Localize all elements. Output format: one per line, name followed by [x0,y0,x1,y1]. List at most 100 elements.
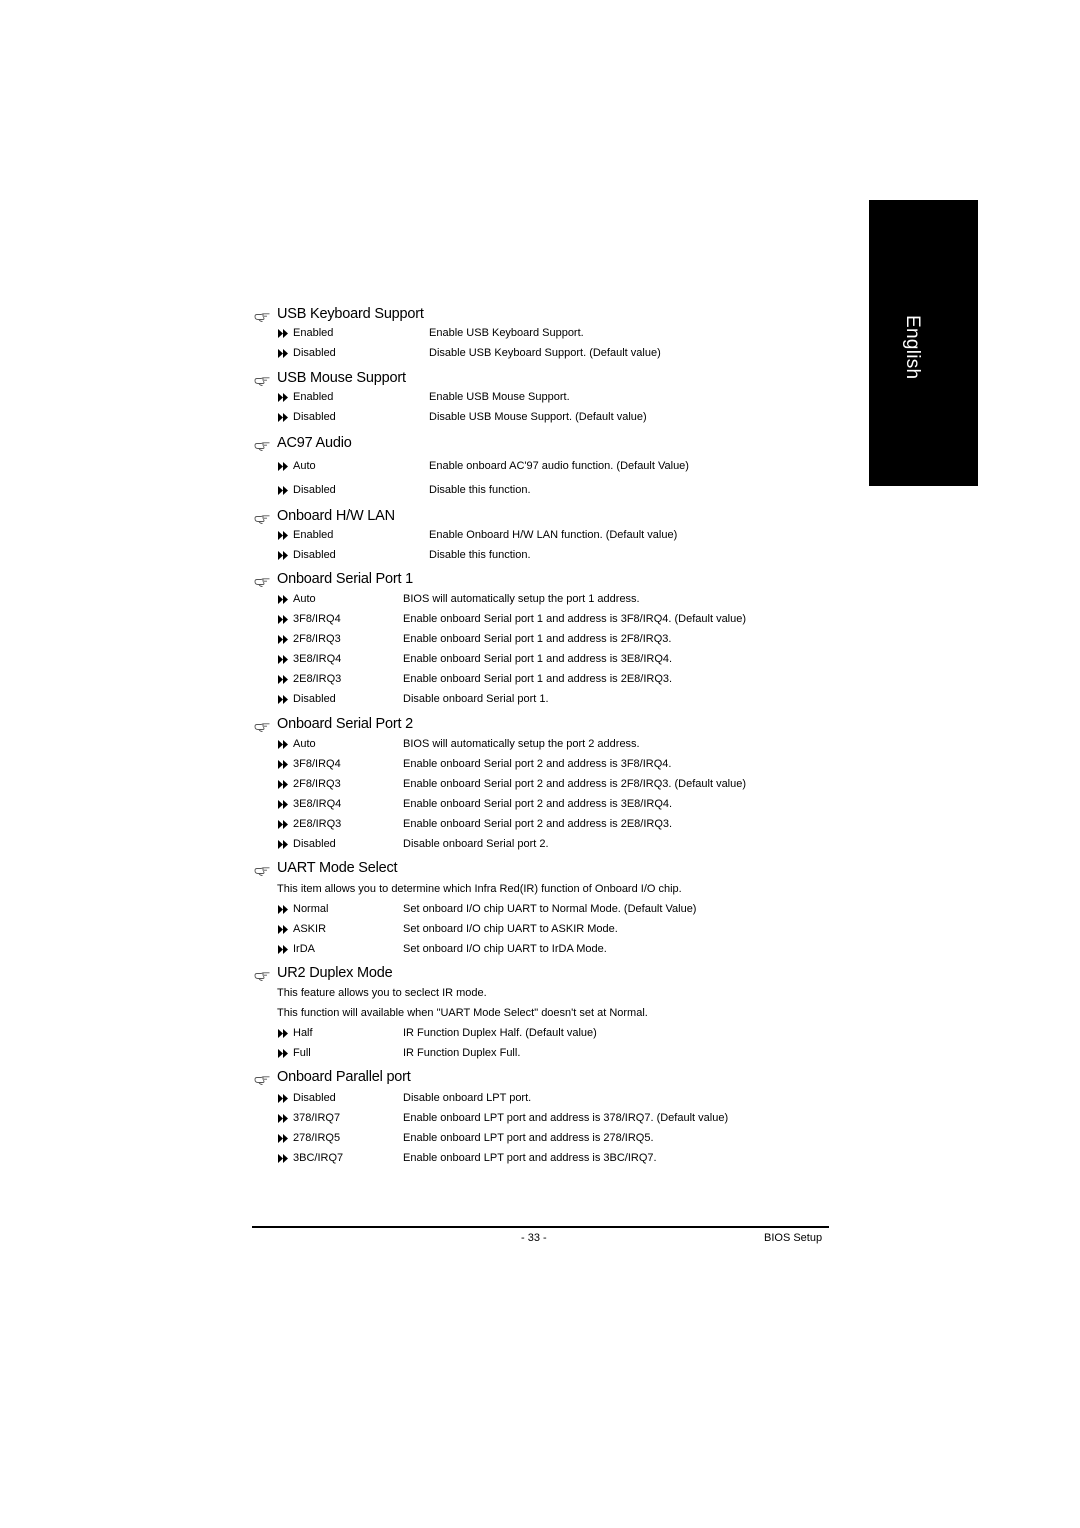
double-arrow-bullet-icon [278,945,289,954]
option-row: 3F8/IRQ4 Enable onboard Serial port 1 and… [277,613,837,629]
option-row: IrDA Set onboard I/O chip UART to IrDA Mo… [277,943,837,959]
option-description: Disable USB Keyboard Support. (Default v… [429,347,661,359]
double-arrow-bullet-icon [278,1134,289,1143]
option-row: Disabled Disable onboard Serial port 1. [277,693,837,709]
footer-title: BIOS Setup [764,1232,823,1244]
option-description: Enable Onboard H/W LAN function. (Defaul… [429,529,678,541]
option-row: 3E8/IRQ4 Enable onboard Serial port 1 and… [277,653,837,669]
option-row: 3E8/IRQ4 Enable onboard Serial port 2 and… [277,798,837,814]
option-row: Auto Enable onboard AC'97 audio function.… [277,460,837,476]
double-arrow-bullet-icon [278,1114,289,1123]
option-row: ASKIR Set onboard I/O chip UART to ASKIR … [277,923,837,939]
option-description: Enable onboard Serial port 2 and address… [403,818,673,830]
option-value: Enabled [293,529,334,541]
option-description: Set onboard I/O chip UART to Normal Mode… [403,903,697,915]
pointing-hand-icon [254,720,270,732]
section-note: This feature allows you to seclect IR mo… [277,987,487,999]
option-row: 2F8/IRQ3 Enable onboard Serial port 1 and… [277,633,837,649]
option-row: 378/IRQ7 Enable onboard LPT port and addr… [277,1112,837,1128]
section-note: This function will available when "UART … [277,1007,648,1019]
double-arrow-bullet-icon [278,675,289,684]
option-row: Disabled Disable USB Mouse Support. (Defa… [277,411,837,427]
page-number: - 33 - [521,1232,547,1244]
double-arrow-bullet-icon [278,635,289,644]
option-description: Enable onboard Serial port 2 and address… [403,778,747,790]
option-value: Full [293,1047,311,1059]
option-value: Disabled [293,411,336,423]
option-description: Enable onboard LPT port and address is 3… [403,1152,657,1164]
double-arrow-bullet-icon [278,531,289,540]
option-value: Disabled [293,484,336,496]
option-value: 2E8/IRQ3 [293,673,342,685]
section-title: Onboard Serial Port 2 [277,716,414,732]
option-description: Set onboard I/O chip UART to IrDA Mode. [403,943,607,955]
option-value: 278/IRQ5 [293,1132,341,1144]
pointing-hand-icon [254,864,270,876]
pointing-hand-icon [254,310,270,322]
option-value: 2F8/IRQ3 [293,633,341,645]
option-value: 3BC/IRQ7 [293,1152,344,1164]
option-description: Enable onboard AC'97 audio function. (De… [429,460,689,472]
footer-divider [252,1226,829,1228]
double-arrow-bullet-icon [278,413,289,422]
option-value: Disabled [293,549,336,561]
option-row: 278/IRQ5 Enable onboard LPT port and addr… [277,1132,837,1148]
double-arrow-bullet-icon [278,800,289,809]
double-arrow-bullet-icon [278,820,289,829]
option-value: IrDA [293,943,315,955]
option-description: Enable onboard LPT port and address is 2… [403,1132,654,1144]
option-value: Disabled [293,347,336,359]
option-row: Full IR Function Duplex Full. [277,1047,837,1063]
double-arrow-bullet-icon [278,780,289,789]
double-arrow-bullet-icon [278,840,289,849]
option-description: BIOS will automatically setup the port 1… [403,593,640,605]
double-arrow-bullet-icon [278,329,289,338]
option-row: Normal Set onboard I/O chip UART to Norma… [277,903,837,919]
double-arrow-bullet-icon [278,905,289,914]
option-row: Half IR Function Duplex Half. (Default va… [277,1027,837,1043]
double-arrow-bullet-icon [278,925,289,934]
pointing-hand-icon [254,575,270,587]
language-tab-label: English [902,315,923,380]
option-description: IR Function Duplex Full. [403,1047,521,1059]
option-value: Normal [293,903,329,915]
option-value: Auto [293,460,316,472]
option-description: Disable this function. [429,549,531,561]
option-description: Set onboard I/O chip UART to ASKIR Mode. [403,923,618,935]
section-title: Onboard Serial Port 1 [277,571,414,587]
section-title: Onboard Parallel port [277,1069,411,1085]
option-description: Enable onboard Serial port 2 and address… [403,798,673,810]
option-row: 3BC/IRQ7 Enable onboard LPT port and addr… [277,1152,837,1168]
double-arrow-bullet-icon [278,655,289,664]
option-row: 2E8/IRQ3 Enable onboard Serial port 2 and… [277,818,837,834]
option-description: Enable onboard Serial port 1 and address… [403,613,747,625]
option-row: 3F8/IRQ4 Enable onboard Serial port 2 and… [277,758,837,774]
double-arrow-bullet-icon [278,1094,289,1103]
option-value: 3F8/IRQ4 [293,758,341,770]
option-description: Enable onboard Serial port 1 and address… [403,633,672,645]
pointing-hand-icon [254,512,270,524]
option-row: Auto BIOS will automatically setup the po… [277,593,837,609]
option-value: Auto [293,593,316,605]
option-description: Disable onboard Serial port 1. [403,693,549,705]
option-row: Disabled Disable this function. [277,484,837,500]
double-arrow-bullet-icon [278,1029,289,1038]
option-row: Enabled Enable Onboard H/W LAN function. … [277,529,837,545]
option-description: Enable onboard Serial port 1 and address… [403,673,673,685]
double-arrow-bullet-icon [278,740,289,749]
pointing-hand-icon [254,374,270,386]
option-description: Enable USB Keyboard Support. [429,327,584,339]
option-value: 2E8/IRQ3 [293,818,342,830]
section-title: Onboard H/W LAN [277,508,395,524]
option-row: Auto BIOS will automatically setup the po… [277,738,837,754]
option-value: 3E8/IRQ4 [293,798,342,810]
option-value: 378/IRQ7 [293,1112,341,1124]
double-arrow-bullet-icon [278,349,289,358]
option-description: Disable onboard LPT port. [403,1092,532,1104]
option-row: Disabled Disable onboard Serial port 2. [277,838,837,854]
option-description: Enable onboard Serial port 2 and address… [403,758,672,770]
option-value: 3E8/IRQ4 [293,653,342,665]
option-description: BIOS will automatically setup the port 2… [403,738,640,750]
option-value: 3F8/IRQ4 [293,613,341,625]
double-arrow-bullet-icon [278,595,289,604]
